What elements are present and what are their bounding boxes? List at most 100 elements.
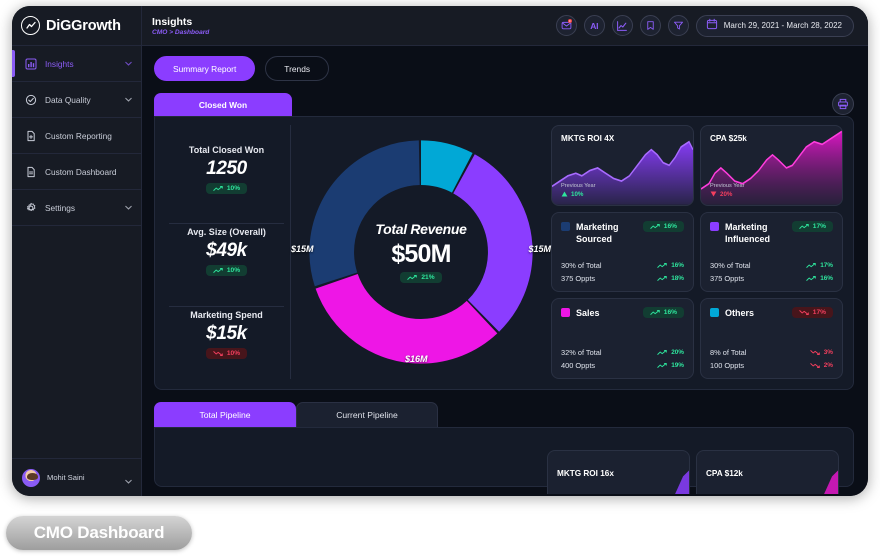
status-badge: 16% (642, 220, 684, 232)
list-item: 8% of Total 3% (710, 348, 833, 357)
tab-summary-report[interactable]: Summary Report (154, 56, 256, 81)
kpi-column: Total Closed Won 1250 10% Avg. Size (Ove… (163, 125, 291, 379)
tab-trends[interactable]: Trends (265, 56, 330, 81)
kpi-delta: 10% (226, 267, 241, 275)
tab-label: Current Pipeline (336, 410, 398, 420)
row-delta: 16% (806, 275, 833, 282)
row-delta: 16% (657, 262, 684, 269)
prev-year-label: Previous Year (561, 182, 596, 189)
content-area: Summary Report Trends Closed Won Total C… (142, 46, 868, 496)
bookmark-button[interactable] (639, 15, 661, 36)
row-delta: 19% (657, 362, 684, 369)
tab-current-pipeline[interactable]: Current Pipeline (296, 402, 438, 427)
row-delta-value: 2% (823, 362, 833, 370)
prev-year-label: Previous Year (710, 182, 745, 189)
pipeline-body: MKTG ROI 16x CPA $12k (154, 427, 854, 494)
tab-total-pipeline[interactable]: Total Pipeline (154, 402, 296, 427)
row-delta: 3% (810, 349, 833, 356)
date-range-text: March 29, 2021 - March 28, 2022 (723, 21, 842, 30)
row-delta-value: 16% (820, 275, 833, 283)
gear-icon (24, 201, 37, 214)
row-delta-value: 3% (823, 349, 833, 357)
ai-button[interactable]: AI (583, 15, 605, 36)
tab-label: Summary Report (173, 63, 237, 74)
donut-label-sales: $16M (405, 354, 428, 364)
card-footer: Previous Year 10% (561, 183, 596, 198)
row-label: 100 Oppts (710, 361, 745, 371)
card-rows: 30% of Total 16% 375 Oppts 18% (561, 261, 684, 283)
card-delta-value: 17% (812, 309, 826, 317)
sidebar-item-custom-dashboard[interactable]: Custom Dashboard (12, 154, 141, 190)
breadcrumb: CMO > Dashboard (152, 28, 210, 36)
panel-body: Total Closed Won 1250 10% Avg. Size (Ove… (154, 116, 854, 390)
card-delta-value: 17% (812, 222, 826, 230)
sidebar-item-custom-reporting[interactable]: Custom Reporting (12, 118, 141, 154)
bar-chart-icon (24, 57, 37, 70)
row-label: 30% of Total (561, 261, 602, 271)
print-button[interactable] (832, 93, 854, 115)
sidebar-item-label: Insights (45, 58, 74, 69)
card-others[interactable]: Others 17% 8% of Total 3% 100 Oppts 2% (700, 298, 843, 380)
card-mktg-roi-16x[interactable]: MKTG ROI 16x (547, 450, 690, 494)
card-marketing-influenced[interactable]: Marketing Influenced 17% 30% of Total 17… (700, 211, 843, 293)
row-label: 32% of Total (561, 348, 602, 358)
list-item: 30% of Total 17% (710, 261, 833, 270)
row-delta-value: 19% (671, 362, 684, 370)
user-profile[interactable]: Mohit Saini (12, 458, 141, 496)
date-range-picker[interactable]: March 29, 2021 - March 28, 2022 (695, 14, 854, 37)
card-cpa[interactable]: CPA $25k Previous Year 20% (700, 125, 843, 206)
card-header: Marketing Sourced 16% (561, 220, 684, 245)
page-root: DiGGrowth Insights Data Quality Custom R… (0, 0, 880, 558)
panel-tab-header: Closed Won (154, 93, 854, 116)
row-delta-value: 18% (671, 275, 684, 283)
sidebar-item-insights[interactable]: Insights (12, 46, 141, 82)
closed-won-panel: Closed Won Total Closed Won 1250 10% Avg… (154, 93, 854, 390)
card-mktg-roi[interactable]: MKTG ROI 4X Previous Year 10% (551, 125, 694, 206)
tab-closed-won[interactable]: Closed Won (154, 93, 292, 116)
metric-cards-row-2: Sales 16% 32% of Total 20% 400 Oppts 19%… (551, 298, 843, 380)
pipeline-tabs: Total Pipeline Current Pipeline (154, 402, 854, 427)
card-marketing-sourced[interactable]: Marketing Sourced 16% 30% of Total 16% 3… (551, 211, 694, 293)
kpi-label: Marketing Spend (190, 309, 263, 320)
main-area: Insights CMO > Dashboard 0 AI March 29, … (142, 6, 868, 496)
report-tabs: Summary Report Trends (154, 56, 854, 81)
donut-label-marketing-sourced: $15M (291, 244, 314, 254)
tab-label: Trends (284, 63, 311, 74)
revenue-donut-chart: Total Revenue $50M 21% $15M $15M $16M (291, 125, 551, 379)
kpi-delta: 10% (226, 349, 241, 357)
kpi-avg-size: Avg. Size (Overall) $49k 10% (169, 223, 284, 279)
sidebar-item-settings[interactable]: Settings (12, 190, 141, 226)
row-label: 400 Oppts (561, 361, 596, 371)
card-cpa-12k[interactable]: CPA $12k (696, 450, 839, 494)
pipeline-panel: Total Pipeline Current Pipeline MKTG ROI… (154, 402, 854, 494)
card-title: Others (725, 308, 755, 319)
kpi-label: Total Closed Won (188, 145, 265, 156)
brand-logo[interactable]: DiGGrowth (12, 6, 141, 46)
row-label: 375 Oppts (710, 274, 745, 284)
card-delta-value: 16% (663, 222, 677, 230)
filter-button[interactable] (667, 15, 689, 36)
sidebar-item-data-quality[interactable]: Data Quality (12, 82, 141, 118)
screenshot-caption: CMO Dashboard (6, 516, 192, 550)
mail-button[interactable]: 0 (555, 15, 577, 36)
sidebar-item-label: Data Quality (45, 94, 91, 105)
status-badge: 10% (205, 265, 248, 277)
card-title: Sales (576, 308, 600, 319)
trend-chart-button[interactable] (611, 15, 633, 36)
list-item: 100 Oppts 2% (710, 361, 833, 370)
list-item: 400 Oppts 19% (561, 361, 684, 370)
chevron-down-icon (124, 203, 133, 212)
top-actions: 0 AI March 29, 2021 - March 28, 2022 (555, 14, 854, 37)
card-sales[interactable]: Sales 16% 32% of Total 20% 400 Oppts 19% (551, 298, 694, 380)
card-header: Marketing Influenced 17% (710, 220, 833, 245)
user-name: Mohit Saini (47, 473, 85, 482)
top-bar: Insights CMO > Dashboard 0 AI March 29, … (142, 6, 868, 46)
card-title: CPA $25k (710, 134, 747, 143)
row-delta: 17% (806, 262, 833, 269)
chevron-down-icon[interactable] (124, 473, 133, 484)
file-lines-icon (24, 165, 37, 178)
list-item: 30% of Total 16% (561, 261, 684, 270)
row-delta: 2% (810, 362, 833, 369)
card-header: Sales 16% (561, 307, 684, 319)
kpi-value: $49k (206, 240, 247, 262)
